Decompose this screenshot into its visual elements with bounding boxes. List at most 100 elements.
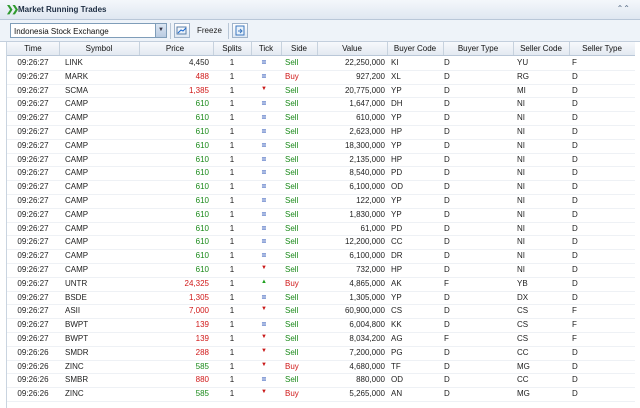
buyer-code: AG: [391, 334, 403, 343]
trade-symbol: CAMP: [65, 154, 89, 164]
seller-code: CC: [517, 375, 529, 385]
seller-code: NI: [517, 140, 525, 150]
table-row[interactable]: 09:26:27 CAMP 610 1 = Sell 122,000 YP D NI D: [7, 194, 635, 209]
trade-value: 122,000: [356, 196, 385, 205]
trade-splits: 1: [229, 278, 235, 288]
trade-side: Sell: [285, 168, 299, 178]
buyer-type: D: [444, 251, 450, 261]
trade-time: 09:26:27: [17, 292, 49, 302]
table-row[interactable]: 09:26:27 CAMP 610 1 = Sell 18,300,000 YP D NI D: [7, 139, 635, 154]
col-header-seller-code[interactable]: Seller Code: [513, 44, 569, 53]
col-header-time[interactable]: Time: [9, 44, 57, 53]
col-header-price[interactable]: Price: [139, 44, 211, 53]
chevron-down-icon[interactable]: ▼: [155, 24, 166, 37]
col-header-seller-type[interactable]: Seller Type: [569, 44, 635, 53]
trade-side: Sell: [285, 127, 299, 136]
trade-price: 610: [195, 127, 209, 136]
buyer-code: PD: [391, 168, 403, 178]
seller-type: D: [572, 71, 578, 81]
trade-splits: 1: [229, 168, 235, 178]
trade-price: 7,000: [188, 306, 209, 316]
col-header-buyer-type[interactable]: Buyer Type: [443, 44, 513, 53]
trade-value: 22,250,000: [344, 58, 385, 67]
seller-type: D: [572, 292, 578, 302]
trade-splits: 1: [229, 85, 235, 95]
col-header-value[interactable]: Value: [317, 44, 387, 53]
seller-code: MG: [517, 361, 530, 371]
tick-unchanged-icon: =: [261, 209, 267, 219]
trade-time: 09:26:27: [17, 251, 49, 261]
table-row[interactable]: 09:26:27 CAMP 610 1 = Sell 6,100,000 OD D NI D: [7, 180, 635, 195]
trade-price: 610: [195, 209, 209, 219]
export-icon[interactable]: [232, 23, 248, 38]
trade-side: Sell: [285, 251, 299, 261]
table-row[interactable]: 09:26:27 CAMP 610 1 = Sell 610,000 YP D NI D: [7, 111, 635, 126]
trade-splits: 1: [229, 375, 235, 385]
buyer-type: D: [444, 113, 450, 123]
buyer-type: D: [444, 58, 450, 67]
trade-side: Sell: [285, 320, 299, 330]
table-row[interactable]: 09:26:26 SMBR 880 1 = Sell 880,000 OD D CC D: [7, 373, 635, 389]
trade-time: 09:26:26: [17, 375, 49, 385]
seller-type: F: [572, 306, 577, 316]
col-header-symbol[interactable]: Symbol: [59, 44, 139, 53]
table-row[interactable]: 09:26:27 CAMP 610 1 ▼ Sell 732,000 HP D NI D: [7, 263, 635, 278]
trade-price: 139: [195, 334, 209, 343]
table-row[interactable]: 09:26:27 CAMP 610 1 = Sell 2,135,000 HP D NI D: [7, 153, 635, 168]
tick-unchanged-icon: =: [261, 237, 267, 247]
col-header-buyer-code[interactable]: Buyer Code: [387, 44, 443, 53]
seller-type: D: [572, 196, 578, 205]
trade-price: 610: [195, 265, 209, 274]
collapse-icon[interactable]: ⌃⌃: [617, 4, 630, 13]
chart-icon[interactable]: [174, 23, 190, 38]
col-header-side[interactable]: Side: [281, 44, 317, 53]
table-row[interactable]: 09:26:27 BSDE 1,305 1 = Sell 1,305,000 YP D DX D: [7, 291, 635, 306]
seller-type: D: [572, 168, 578, 178]
col-header-splits[interactable]: Splits: [213, 44, 251, 53]
trade-side: Sell: [285, 140, 299, 150]
table-row[interactable]: 09:26:27 CAMP 610 1 = Sell 6,100,000 DR D NI D: [7, 249, 635, 264]
table-row[interactable]: 09:26:27 UNTR 24,325 1 ▲ Buy 4,865,000 AK F YB D: [7, 277, 635, 292]
trade-time: 09:26:27: [17, 209, 49, 219]
trade-time: 09:26:27: [17, 182, 49, 192]
col-header-tick[interactable]: Tick: [251, 44, 281, 53]
table-row[interactable]: 09:26:27 MARK 488 1 = Buy 927,200 XL D RG D: [7, 70, 635, 85]
table-row[interactable]: 09:26:26 ZINC 585 1 ▼ Buy 5,265,000 AN D MG D: [7, 387, 635, 402]
table-row[interactable]: 09:26:27 CAMP 610 1 = Sell 61,000 PD D NI D: [7, 222, 635, 237]
tick-unchanged-icon: =: [261, 99, 267, 109]
double-chevron-right-icon: ❯❯: [6, 4, 19, 14]
seller-type: D: [572, 127, 578, 136]
table-row[interactable]: 09:26:27 ASII 7,000 1 ▼ Sell 60,900,000 CS D CS F: [7, 304, 635, 320]
table-row[interactable]: 09:26:27 CAMP 610 1 = Sell 1,647,000 DH D NI D: [7, 97, 635, 113]
trade-time: 09:26:27: [17, 334, 49, 343]
freeze-button[interactable]: Freeze: [197, 26, 222, 35]
toolbar-divider: [170, 23, 171, 39]
trade-side: Sell: [285, 85, 299, 95]
table-row[interactable]: 09:26:27 SCMA 1,385 1 ▼ Sell 20,775,000 YP D MI D: [7, 84, 635, 99]
buyer-type: D: [444, 71, 450, 81]
table-row[interactable]: 09:26:26 SMDR 288 1 ▼ Sell 7,200,000 PG D CC D: [7, 346, 635, 361]
tick-down-icon: ▼: [261, 389, 267, 396]
trade-side: Sell: [285, 113, 299, 123]
table-row[interactable]: 09:26:27 CAMP 610 1 = Sell 1,830,000 YP D NI D: [7, 208, 635, 223]
buyer-code: HP: [391, 265, 403, 274]
table-row[interactable]: 09:26:27 CAMP 610 1 = Sell 8,540,000 PD D NI D: [7, 166, 635, 182]
trade-symbol: CAMP: [65, 99, 89, 109]
trade-price: 4,450: [188, 58, 209, 67]
table-row[interactable]: 09:26:27 CAMP 610 1 = Sell 12,200,000 CC D NI D: [7, 235, 635, 251]
exchange-select[interactable]: Indonesia Stock Exchange ▼: [10, 23, 167, 38]
table-row[interactable]: 09:26:27 BWPT 139 1 ▼ Sell 8,034,200 AG F CS F: [7, 332, 635, 347]
table-row[interactable]: 09:26:27 LINK 4,450 1 = Sell 22,250,000 KI D YU F: [7, 56, 635, 71]
trade-time: 09:26:27: [17, 265, 49, 274]
table-row[interactable]: 09:26:27 CAMP 610 1 = Sell 2,623,000 HP D NI D: [7, 125, 635, 140]
table-row[interactable]: 09:26:27 BWPT 139 1 = Sell 6,004,800 KK D CS F: [7, 318, 635, 333]
trade-price: 610: [195, 99, 209, 109]
trade-symbol: BWPT: [65, 320, 89, 330]
trade-side: Buy: [285, 278, 299, 288]
buyer-code: YP: [391, 140, 402, 150]
trade-symbol: UNTR: [65, 278, 88, 288]
buyer-code: YP: [391, 85, 402, 95]
table-row[interactable]: 09:26:26 ZINC 585 1 ▼ Buy 4,680,000 TF D MG D: [7, 360, 635, 375]
seller-type: D: [572, 278, 578, 288]
trade-price: 288: [195, 347, 209, 357]
